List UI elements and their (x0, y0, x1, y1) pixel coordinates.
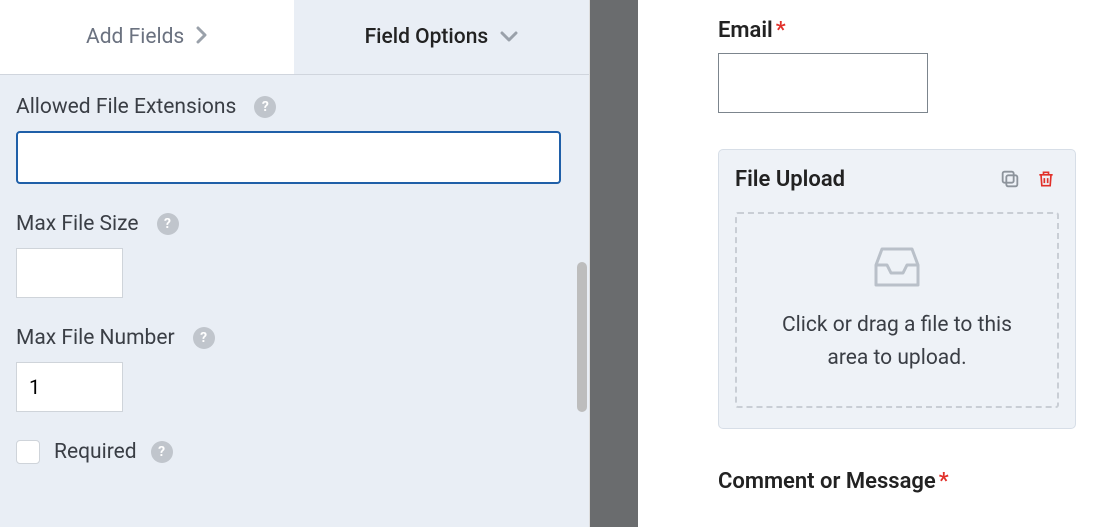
trash-icon[interactable] (1033, 166, 1059, 192)
help-icon[interactable]: ? (157, 213, 179, 235)
option-max-file-number: Max File Number ? (16, 326, 573, 412)
duplicate-icon[interactable] (997, 166, 1023, 192)
field-options-sidebar: Add Fields Field Options Allowed File Ex… (0, 0, 590, 527)
tab-add-fields-label: Add Fields (86, 25, 184, 49)
help-icon[interactable]: ? (254, 96, 276, 118)
options-panel-body: Allowed File Extensions ? Max File Size … (0, 75, 589, 527)
allowed-extensions-input[interactable] (16, 131, 561, 184)
comment-label: Comment or Message (718, 469, 936, 494)
file-upload-label: File Upload (735, 167, 845, 192)
option-required: Required ? (16, 440, 573, 464)
required-checkbox[interactable] (16, 440, 40, 464)
form-preview: Email* File Upload (638, 0, 1116, 527)
preview-file-upload-field[interactable]: File Upload (718, 149, 1076, 429)
upload-actions (997, 166, 1059, 192)
preview-comment-field: Comment or Message* (718, 469, 1076, 494)
inbox-icon (870, 245, 924, 293)
max-file-size-input[interactable] (16, 248, 123, 298)
email-input[interactable] (718, 53, 928, 113)
preview-email-field: Email* (718, 18, 1076, 113)
required-mark: * (776, 18, 786, 43)
email-label: Email (718, 18, 773, 43)
chevron-down-icon (500, 28, 518, 47)
scrollbar-thumb[interactable] (577, 262, 587, 412)
required-mark: * (939, 469, 949, 494)
option-max-file-size: Max File Size ? (16, 212, 573, 298)
chevron-right-icon (196, 26, 208, 48)
tab-add-fields[interactable]: Add Fields (0, 0, 294, 74)
tab-field-options-label: Field Options (365, 25, 489, 49)
dropzone-text: Click or drag a file to this area to upl… (737, 309, 1057, 374)
max-file-number-input[interactable] (16, 362, 123, 412)
option-allowed-extensions: Allowed File Extensions ? (16, 95, 573, 184)
panel-divider (590, 0, 638, 527)
help-icon[interactable]: ? (151, 441, 173, 463)
max-file-number-label: Max File Number (16, 326, 175, 350)
file-upload-dropzone[interactable]: Click or drag a file to this area to upl… (735, 212, 1059, 408)
allowed-extensions-label: Allowed File Extensions (16, 95, 236, 119)
upload-header: File Upload (735, 166, 1059, 192)
required-label: Required (54, 440, 137, 464)
max-file-size-label: Max File Size (16, 212, 139, 236)
help-icon[interactable]: ? (193, 327, 215, 349)
tab-field-options[interactable]: Field Options (294, 0, 588, 74)
sidebar-tabs: Add Fields Field Options (0, 0, 589, 75)
